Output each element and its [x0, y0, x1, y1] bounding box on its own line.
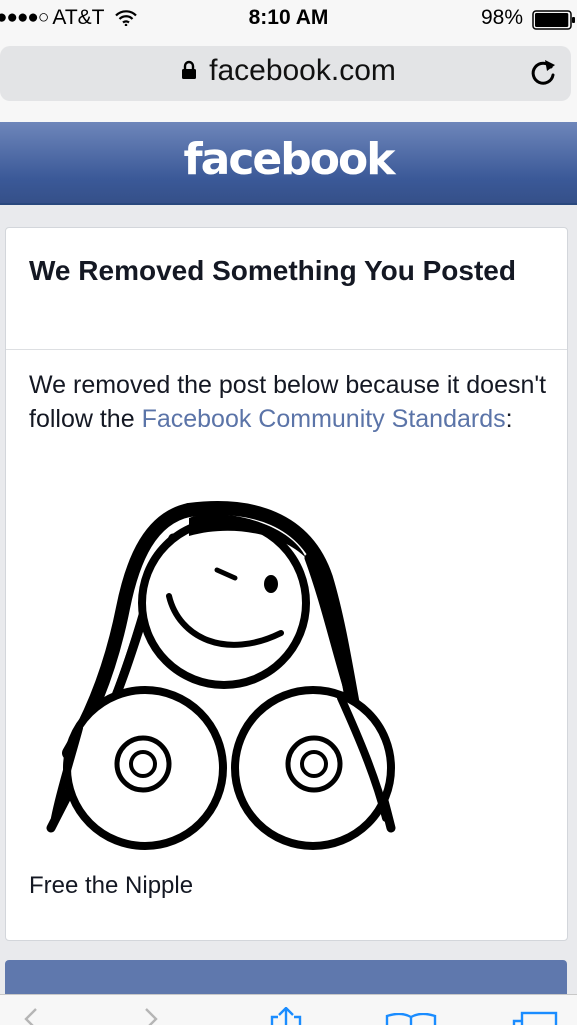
browser-toolbar — [0, 994, 577, 1025]
battery-icon — [532, 10, 575, 30]
community-standards-link[interactable]: Facebook Community Standards — [142, 405, 506, 433]
notice-title: We Removed Something You Posted — [29, 255, 516, 286]
removed-post-image — [46, 501, 396, 850]
forward-chevron-icon[interactable] — [142, 1007, 160, 1025]
tabs-icon[interactable] — [510, 1011, 560, 1025]
post-caption: Free the Nipple — [29, 872, 194, 899]
address-field[interactable]: facebook.com — [0, 54, 577, 88]
message-end: : — [505, 405, 513, 433]
divider — [6, 349, 567, 350]
removal-notice-card: We Removed Something You Posted We remov… — [5, 227, 568, 941]
browser-address-area: facebook.com — [0, 40, 577, 123]
facebook-header: facebook — [0, 122, 577, 205]
share-icon[interactable] — [268, 1007, 304, 1025]
notice-message: We removed the post below because it doe… — [29, 368, 549, 436]
lock-icon — [182, 60, 197, 79]
status-bar: ●●●●○ AT&T 8:10 AM 98% — [0, 0, 577, 40]
bookmarks-icon[interactable] — [384, 1013, 438, 1025]
battery-percentage: 98% — [480, 6, 523, 29]
back-chevron-icon[interactable] — [22, 1007, 40, 1025]
reload-icon[interactable] — [529, 57, 557, 87]
url-text: facebook.com — [209, 54, 396, 87]
facebook-logo[interactable]: facebook — [0, 134, 577, 185]
